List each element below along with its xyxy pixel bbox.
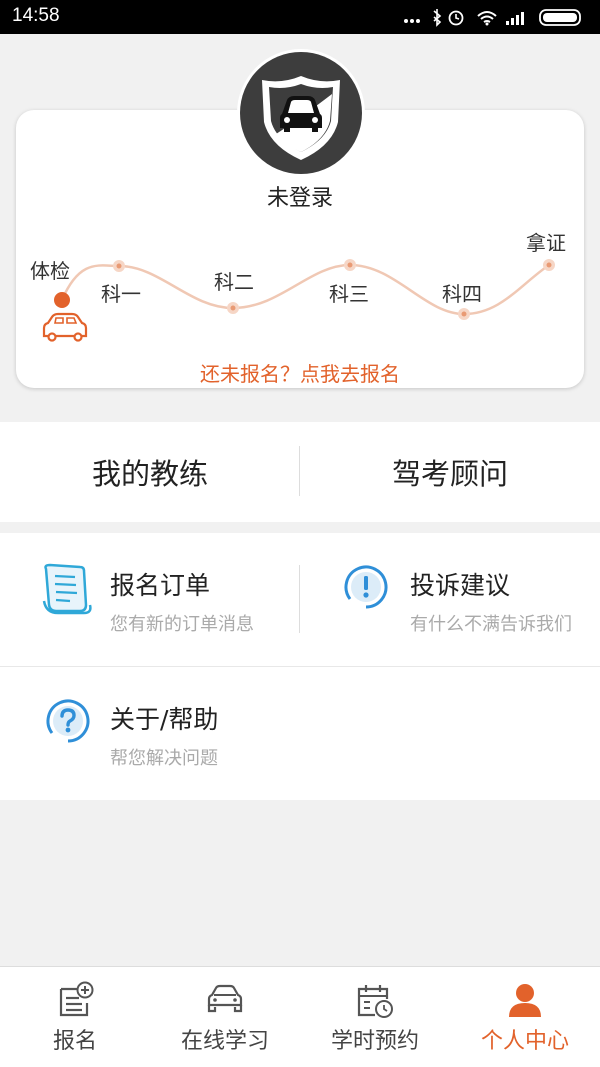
stage-label-subject1: 科一	[101, 282, 141, 306]
tab-personal-center[interactable]: 个人中心	[450, 967, 600, 1067]
calendar-clock-icon	[357, 985, 393, 1018]
signup-doc-icon	[59, 981, 94, 1017]
stage-label-checkup: 体检	[30, 259, 70, 283]
car-icon	[207, 984, 243, 1013]
stage-label-subject2: 科二	[214, 270, 254, 294]
tab-signup[interactable]: 报名	[0, 967, 150, 1067]
stage-label-license: 拿证	[526, 231, 566, 255]
orders-subtitle: 您有新的订单消息	[110, 614, 254, 635]
orders-menu-item[interactable]: 报名订单 您有新的订单消息	[0, 533, 300, 663]
stage-label-subject4: 科四	[442, 282, 482, 306]
my-coach-button[interactable]: 我的教练	[0, 422, 300, 522]
progress-track	[42, 259, 555, 342]
order-document-icon	[42, 563, 92, 615]
complaints-title: 投诉建议	[410, 571, 511, 600]
tab-label: 报名	[52, 1029, 97, 1054]
tab-label: 在线学习	[180, 1029, 269, 1054]
tab-online-learning[interactable]: 在线学习	[150, 967, 300, 1067]
bottom-tab-bar: 报名 在线学习 学时预约 个人中心	[0, 966, 600, 1067]
question-icon	[46, 699, 90, 743]
tab-label: 学时预约	[330, 1029, 419, 1054]
quick-buttons-panel: 我的教练 驾考顾问	[0, 422, 600, 522]
help-subtitle: 帮您解决问题	[110, 748, 218, 769]
complaints-subtitle: 有什么不满告诉我们	[410, 614, 572, 635]
exam-advisor-button[interactable]: 驾考顾问	[300, 422, 600, 522]
help-title: 关于/帮助	[110, 705, 219, 734]
person-icon	[509, 984, 541, 1017]
exclamation-icon	[344, 565, 388, 609]
tab-hour-booking[interactable]: 学时预约	[300, 967, 450, 1067]
menu-panel: 报名订单 您有新的订单消息 投诉建议 有什么不满告诉我们 关于/帮助 帮您解决问…	[0, 533, 600, 800]
stage-dot-current	[54, 292, 70, 308]
stage-label-subject3: 科三	[329, 282, 369, 306]
tab-label: 个人中心	[480, 1029, 569, 1054]
complaints-menu-item[interactable]: 投诉建议 有什么不满告诉我们	[300, 533, 600, 663]
orders-title: 报名订单	[110, 571, 211, 600]
current-car-icon	[42, 312, 88, 342]
help-menu-item[interactable]: 关于/帮助 帮您解决问题	[0, 667, 300, 797]
signup-link[interactable]: 还未报名？点我去报名	[0, 358, 600, 387]
